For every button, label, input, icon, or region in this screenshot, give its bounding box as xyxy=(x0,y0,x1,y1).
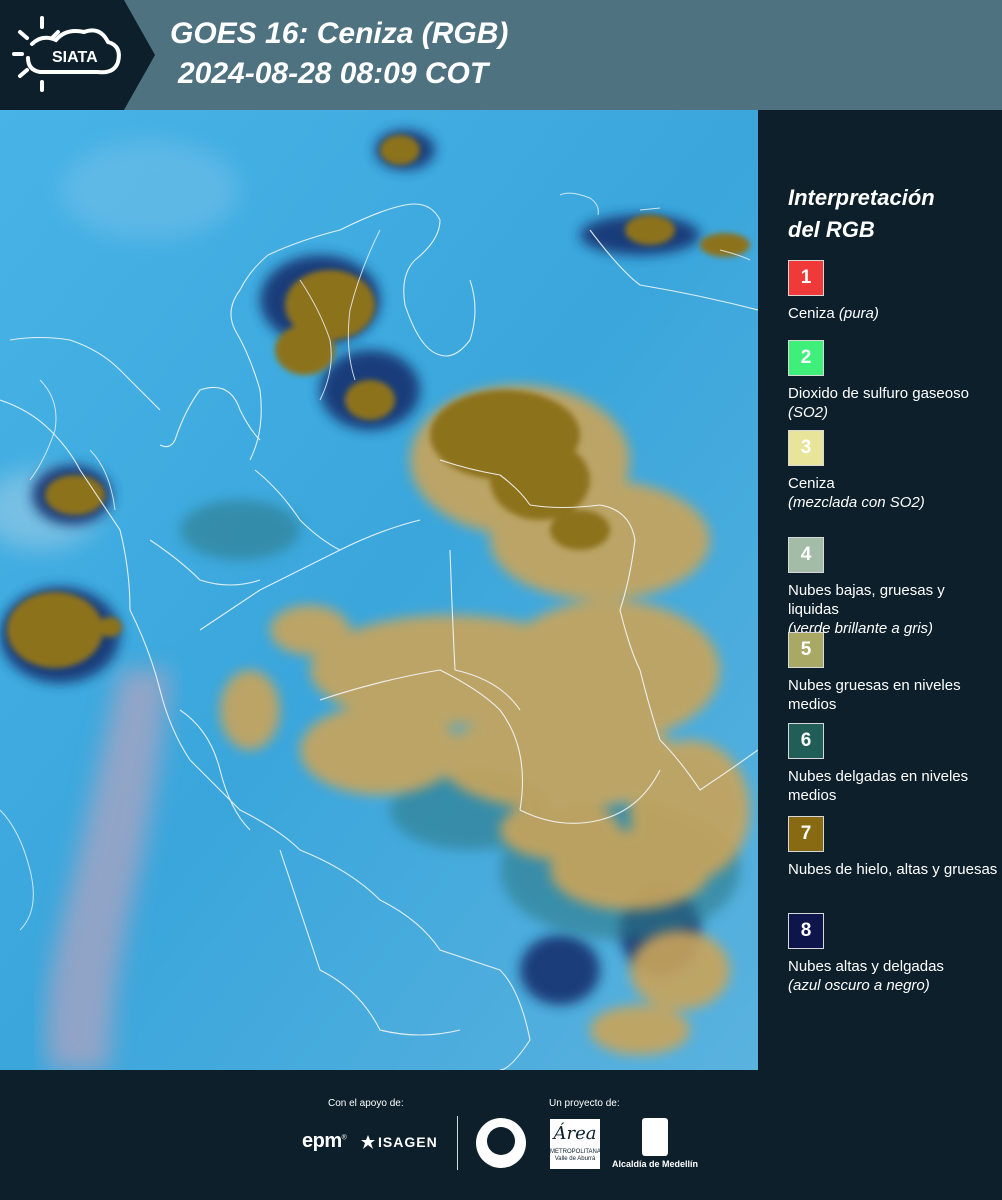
legend-label-main: Nubes gruesas en niveles medios xyxy=(788,677,961,713)
footer-divider xyxy=(457,1116,458,1170)
header-bar: SIATA GOES 16: Ceniza (RGB) 2024-08-28 0… xyxy=(0,0,1002,110)
legend-swatch: 7 xyxy=(788,816,824,852)
legend-label: Ceniza (pura) xyxy=(788,304,998,323)
area-logo-script: Área xyxy=(553,1123,597,1144)
legend-swatch: 1 xyxy=(788,260,824,296)
legend-title-line1: Interpretación xyxy=(788,185,935,210)
legend-panel: Interpretación del RGB 1 Ceniza (pura) 2 Di… xyxy=(758,110,1002,1070)
legend-label-main: Nubes altas y delgadas xyxy=(788,958,944,975)
siata-logo-text: SIATA xyxy=(52,49,98,66)
isagen-logo: ISAGEN xyxy=(360,1134,438,1150)
legend-swatch: 3 xyxy=(788,430,824,466)
support-label: Con el apoyo de: xyxy=(328,1098,404,1109)
satellite-image xyxy=(0,110,758,1070)
legend-swatch: 5 xyxy=(788,632,824,668)
siata-sun-cloud-icon: SIATA xyxy=(12,16,121,92)
legend-item-5: 5 Nubes gruesas en niveles medios xyxy=(788,632,998,714)
footer: Con el apoyo de: Un proyecto de: epm® IS… xyxy=(0,1070,1002,1200)
legend-label: Nubes gruesas en niveles medios xyxy=(788,676,998,714)
legend-label: Nubes de hielo, altas y gruesas xyxy=(788,860,998,879)
area-metropolitana-logo: Área METROPOLITANA Valle de Aburrá xyxy=(550,1119,601,1169)
legend-title-line2: del RGB xyxy=(788,217,875,242)
project-label: Un proyecto de: xyxy=(549,1098,620,1109)
legend-item-7: 7 Nubes de hielo, altas y gruesas xyxy=(788,816,998,879)
siata-logo: SIATA xyxy=(0,0,155,110)
legend-item-2: 2 Dioxido de sulfuro gaseoso (SO2) xyxy=(788,340,998,422)
legend-label-main: Ceniza xyxy=(788,305,835,322)
satellite-map[interactable] xyxy=(0,110,758,1070)
legend-label: Nubes delgadas en niveles medios xyxy=(788,767,998,805)
legend-swatch: 2 xyxy=(788,340,824,376)
title-product: GOES 16: Ceniza (RGB) xyxy=(170,17,509,50)
legend-item-1: 1 Ceniza (pura) xyxy=(788,260,998,323)
legend-label-main: Nubes delgadas en niveles medios xyxy=(788,768,969,804)
legend-label: Ceniza (mezclada con SO2) xyxy=(788,474,998,512)
area-logo-text: METROPOLITANA xyxy=(550,1149,601,1155)
legend-label-note: (pura) xyxy=(838,305,879,322)
epm-logo: epm® xyxy=(302,1130,347,1152)
isagen-mark-icon xyxy=(361,1135,375,1149)
legend-label-note: (azul oscuro a negro) xyxy=(788,977,930,994)
legend-label-note: (mezclada con SO2) xyxy=(788,494,925,511)
alcaldia-emblem-icon xyxy=(642,1118,668,1156)
title-timestamp: 2024-08-28 08:09 COT xyxy=(178,57,489,90)
alcaldia-logo-text: Alcaldía de Medellín xyxy=(612,1159,699,1169)
epm-logo-text: epm xyxy=(302,1130,342,1152)
legend-label-main: Dioxido de sulfuro gaseoso xyxy=(788,385,969,402)
legend-label: Dioxido de sulfuro gaseoso (SO2) xyxy=(788,384,998,422)
legend-swatch: 6 xyxy=(788,723,824,759)
legend-label-main: Nubes bajas, gruesas y liquidas xyxy=(788,582,945,618)
legend-title: Interpretación del RGB xyxy=(788,182,988,246)
legend-label-main: Ceniza xyxy=(788,475,835,492)
legend-label: Nubes bajas, gruesas y liquidas (verde b… xyxy=(788,581,998,638)
legend-swatch: 4 xyxy=(788,537,824,573)
legend-item-3: 3 Ceniza (mezclada con SO2) xyxy=(788,430,998,512)
legend-item-8: 8 Nubes altas y delgadas (azul oscuro a n… xyxy=(788,913,998,995)
page-title: GOES 16: Ceniza (RGB) 2024-08-28 08:09 C… xyxy=(170,14,508,94)
university-seal-logo xyxy=(476,1118,526,1168)
legend-label-note: (SO2) xyxy=(788,404,829,421)
legend-item-6: 6 Nubes delgadas en niveles medios xyxy=(788,723,998,805)
legend-label-main: Nubes de hielo, altas y gruesas xyxy=(788,861,998,878)
legend-label: Nubes altas y delgadas (azul oscuro a ne… xyxy=(788,957,998,995)
legend-swatch: 8 xyxy=(788,913,824,949)
legend-item-4: 4 Nubes bajas, gruesas y liquidas (verde … xyxy=(788,537,998,638)
area-logo-sub: Valle de Aburrá xyxy=(554,1156,596,1162)
isagen-logo-text: ISAGEN xyxy=(378,1134,438,1150)
